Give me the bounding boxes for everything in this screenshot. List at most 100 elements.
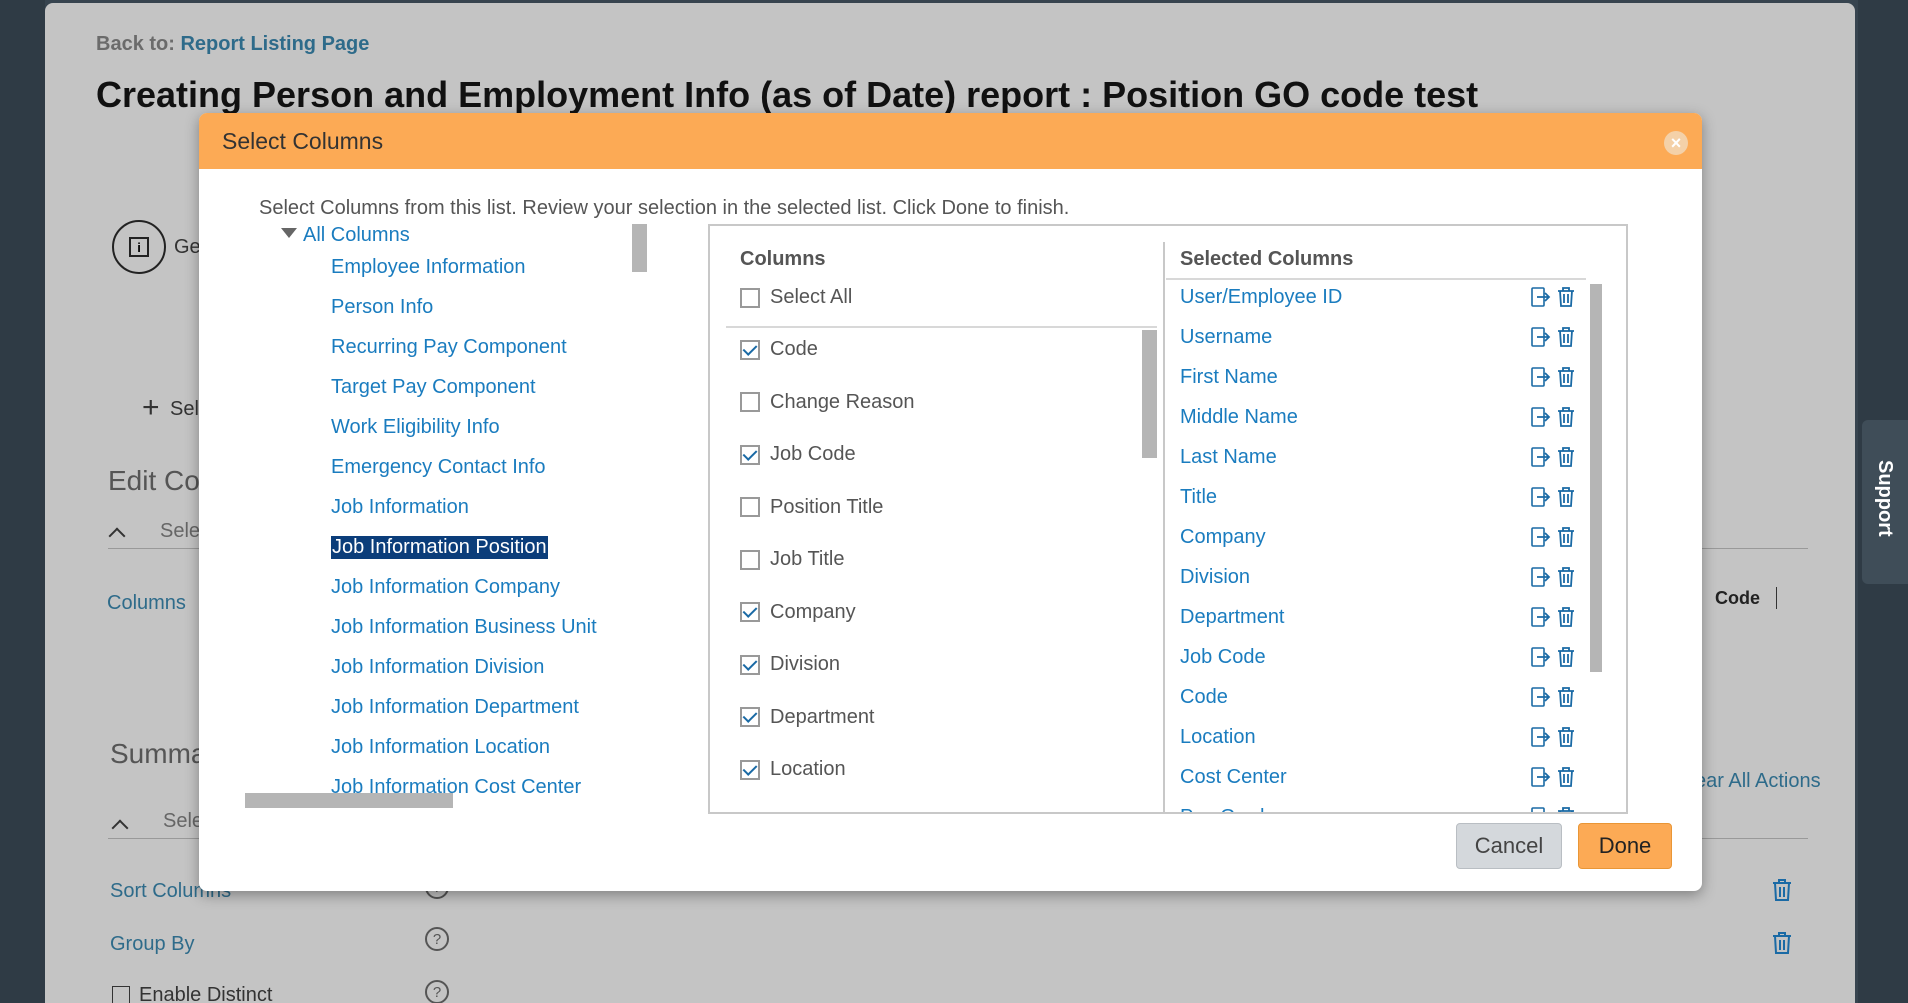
columns-link[interactable]: Columns <box>107 592 186 615</box>
trash-icon[interactable] <box>1771 931 1793 955</box>
triangle-down-icon[interactable] <box>281 227 297 238</box>
trash-icon[interactable] <box>1556 686 1576 708</box>
tree-item[interactable]: Job Information Business Unit <box>331 616 597 639</box>
selected-column-label[interactable]: Cost Center <box>1180 766 1526 789</box>
selected-column-label[interactable]: Pay Grade <box>1180 806 1526 813</box>
selected-column-label[interactable]: Job Code <box>1180 646 1526 669</box>
selected-column-label[interactable]: Middle Name <box>1180 406 1526 429</box>
selected-column-label[interactable]: Division <box>1180 566 1526 589</box>
help-icon[interactable]: ? <box>425 927 449 951</box>
tree-item[interactable]: Job Information Cost Center <box>331 776 581 794</box>
checkbox-checked[interactable] <box>740 654 760 675</box>
close-icon[interactable]: × <box>1664 131 1688 155</box>
column-checkbox-row[interactable]: Company <box>740 601 856 624</box>
move-icon[interactable] <box>1531 286 1551 308</box>
tree-item[interactable]: Job Information Department <box>331 696 579 719</box>
checkbox-unchecked[interactable] <box>740 497 760 517</box>
selected-column-label[interactable]: Title <box>1180 486 1526 509</box>
checkbox-checked[interactable] <box>740 339 760 360</box>
column-checkbox-row[interactable]: Department <box>740 706 875 729</box>
back-link[interactable]: Report Listing Page <box>180 33 369 55</box>
trash-icon[interactable] <box>1771 878 1793 902</box>
tree-root[interactable]: All Columns <box>281 224 410 247</box>
checkbox-unchecked[interactable] <box>740 392 760 412</box>
select-all-checkbox[interactable]: Select All <box>740 286 852 309</box>
info-icon[interactable]: i <box>112 220 166 274</box>
selected-column-label[interactable]: Department <box>1180 606 1526 629</box>
trash-icon[interactable] <box>1556 366 1576 388</box>
selected-column-row: Last Name <box>1180 442 1576 472</box>
trash-icon[interactable] <box>1556 286 1576 308</box>
trash-icon[interactable] <box>1556 766 1576 788</box>
move-icon[interactable] <box>1531 766 1551 788</box>
trash-icon[interactable] <box>1556 446 1576 468</box>
clear-all-actions-link[interactable]: ear All Actions <box>1695 770 1821 793</box>
trash-icon[interactable] <box>1556 646 1576 668</box>
columns-vertical-scrollbar[interactable] <box>1142 330 1157 458</box>
move-icon[interactable] <box>1531 326 1551 348</box>
cancel-button[interactable]: Cancel <box>1456 823 1562 869</box>
selected-column-label[interactable]: Location <box>1180 726 1526 749</box>
tree-item[interactable]: Recurring Pay Component <box>331 336 567 359</box>
selected-column-label[interactable]: User/Employee ID <box>1180 286 1526 309</box>
tree-root-label[interactable]: All Columns <box>303 224 410 247</box>
column-checkbox-row[interactable]: Code <box>740 338 818 361</box>
checkbox-checked[interactable] <box>740 602 760 622</box>
column-checkbox-row[interactable]: Change Reason <box>740 391 915 414</box>
trash-icon[interactable] <box>1556 566 1576 588</box>
selected-column-label[interactable]: Code <box>1180 686 1526 709</box>
checkbox-checked[interactable] <box>740 707 760 727</box>
group-by-link[interactable]: Group By <box>110 933 194 956</box>
move-icon[interactable] <box>1531 366 1551 388</box>
trash-icon[interactable] <box>1556 806 1576 812</box>
support-tab[interactable]: Support <box>1862 420 1908 584</box>
trash-icon[interactable] <box>1556 326 1576 348</box>
column-checkbox-row[interactable]: Position Title <box>740 496 883 519</box>
move-icon[interactable] <box>1531 606 1551 628</box>
tree-item[interactable]: Employee Information <box>331 256 526 279</box>
checkbox-checked[interactable] <box>740 759 760 780</box>
move-icon[interactable] <box>1531 646 1551 668</box>
tree-item[interactable]: Job Information Location <box>331 736 550 759</box>
tree-item[interactable]: Target Pay Component <box>331 376 536 399</box>
selected-column-label[interactable]: Company <box>1180 526 1526 549</box>
tree-item[interactable]: Person Info <box>331 296 433 319</box>
trash-icon[interactable] <box>1556 606 1576 628</box>
move-icon[interactable] <box>1531 446 1551 468</box>
selected-vertical-scrollbar[interactable] <box>1590 284 1602 672</box>
move-icon[interactable] <box>1531 406 1551 428</box>
move-icon[interactable] <box>1531 566 1551 588</box>
trash-icon[interactable] <box>1556 406 1576 428</box>
done-button[interactable]: Done <box>1578 823 1672 869</box>
tree-item[interactable]: Emergency Contact Info <box>331 456 546 479</box>
trash-icon[interactable] <box>1556 526 1576 548</box>
selected-column-label[interactable]: Username <box>1180 326 1526 349</box>
column-checkbox-row[interactable]: Division <box>740 653 840 676</box>
checkbox-box[interactable] <box>740 287 760 308</box>
checkbox-checked[interactable] <box>740 444 760 465</box>
selected-column-label[interactable]: First Name <box>1180 366 1526 389</box>
move-icon[interactable] <box>1531 726 1551 748</box>
column-checkbox-row[interactable]: Location <box>740 758 846 781</box>
tree-item[interactable]: Job Information Company <box>331 576 560 599</box>
tree-item[interactable]: Job Information Position <box>331 536 548 559</box>
enable-distinct-checkbox[interactable] <box>112 986 130 1003</box>
tree-horizontal-scrollbar[interactable] <box>245 793 453 808</box>
tree-item[interactable]: Job Information <box>331 496 469 519</box>
move-icon[interactable] <box>1531 526 1551 548</box>
selected-column-label[interactable]: Last Name <box>1180 446 1526 469</box>
column-checkbox-row[interactable]: Job Title <box>740 548 844 571</box>
move-icon[interactable] <box>1531 486 1551 508</box>
move-icon[interactable] <box>1531 806 1551 812</box>
trash-icon[interactable] <box>1556 486 1576 508</box>
plus-icon[interactable]: + <box>142 393 160 423</box>
trash-icon[interactable] <box>1556 726 1576 748</box>
column-checkbox-row[interactable]: Job Code <box>740 443 856 466</box>
help-icon[interactable]: ? <box>425 980 449 1003</box>
tree-item[interactable]: Job Information Division <box>331 656 544 679</box>
move-icon[interactable] <box>1531 686 1551 708</box>
tree-item[interactable]: Work Eligibility Info <box>331 416 500 439</box>
tree-vertical-scrollbar[interactable] <box>632 224 647 272</box>
checkbox-unchecked[interactable] <box>740 549 760 570</box>
back-prefix: Back to: <box>96 33 175 55</box>
